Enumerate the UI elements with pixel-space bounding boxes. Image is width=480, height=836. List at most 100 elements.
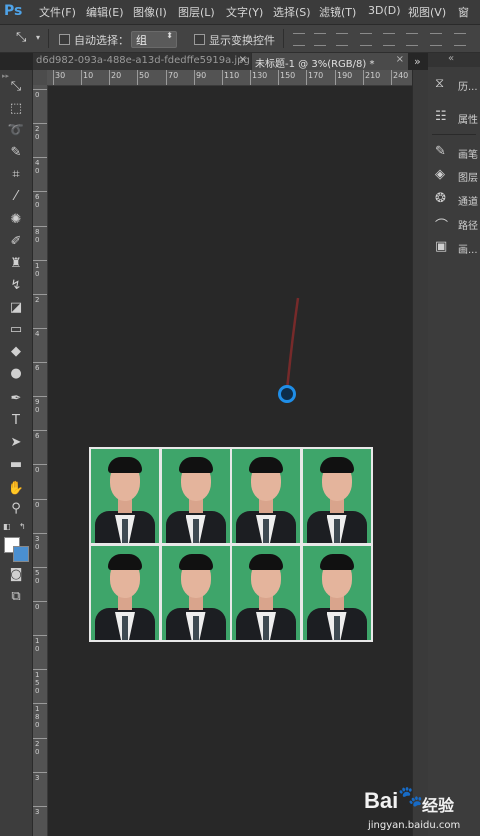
panel-brush[interactable]: ✎ 画笔 bbox=[432, 143, 480, 163]
eraser-tool-icon[interactable]: ◪ bbox=[6, 299, 26, 317]
marquee-tool-icon[interactable]: ⬚ bbox=[6, 100, 26, 118]
panel-history[interactable]: ⧖ 历... bbox=[432, 75, 480, 95]
crop-tool-icon[interactable]: ⌗ bbox=[6, 166, 26, 184]
panel-label: 画笔 bbox=[458, 150, 478, 161]
menu-file[interactable]: 文件(F) bbox=[39, 4, 76, 20]
menu-view[interactable]: 视图(V) bbox=[408, 4, 446, 20]
tab-document-jpg[interactable]: d6d982-093a-488e-a13d-fdedffe5919a.jpg × bbox=[33, 53, 251, 70]
ruler-tick bbox=[33, 396, 47, 397]
expand-icon[interactable]: « bbox=[448, 53, 454, 64]
path-select-tool-icon[interactable]: ➤ bbox=[6, 434, 26, 452]
panel-channels[interactable]: ❂ 通道 bbox=[432, 190, 480, 210]
move-tool-icon[interactable]: ⤡ bbox=[6, 78, 26, 96]
zoom-tool-icon[interactable]: ⚲ bbox=[6, 500, 26, 518]
tab-label: d6d982-093a-488e-a13d-fdedffe5919a.jpg bbox=[36, 55, 250, 66]
history-brush-tool-icon[interactable]: ↯ bbox=[6, 277, 26, 295]
menu-window[interactable]: 窗 bbox=[458, 4, 469, 20]
ruler-origin[interactable] bbox=[33, 70, 47, 85]
panel-paths[interactable]: ⌒ 路径 bbox=[432, 214, 480, 234]
dropdown-arrow-icon: ⬍ bbox=[166, 31, 173, 40]
align-left-icon[interactable] bbox=[430, 33, 442, 46]
align-bottom-icon[interactable] bbox=[336, 33, 348, 46]
distribute-top-icon[interactable] bbox=[360, 33, 372, 46]
quick-select-tool-icon[interactable]: ✎ bbox=[6, 144, 26, 162]
id-photo bbox=[232, 449, 300, 543]
divider bbox=[48, 29, 49, 48]
shape-tool-icon[interactable]: ▬ bbox=[6, 456, 26, 474]
lasso-tool-icon[interactable]: ➰ bbox=[6, 122, 26, 140]
menu-layer[interactable]: 图层(L) bbox=[178, 4, 215, 20]
panel-layers[interactable]: ◈ 图层 bbox=[432, 166, 480, 186]
tools-panel: ▸▸ ⤡ ⬚ ➰ ✎ ⌗ ⁄ ✺ ✐ ♜ ↯ ◪ ▭ ◆ ● ✒ T ➤ ▬ ✋… bbox=[0, 70, 33, 836]
vertical-ruler[interactable]: 0 2 0 4 0 6 0 8 0 1 0 2 4 6 9 0 6 0 0 3 0 5 0 0 1 0 1 5 0… bbox=[33, 85, 48, 836]
quick-mask-icon[interactable]: ◙ bbox=[6, 566, 26, 584]
menu-image[interactable]: 图像(I) bbox=[133, 4, 167, 20]
swap-colors-icon[interactable]: ↰ bbox=[19, 522, 26, 531]
hand-tool-icon[interactable]: ✋ bbox=[6, 480, 26, 498]
ruler-tick bbox=[335, 70, 336, 85]
ruler-tick bbox=[33, 738, 47, 739]
menu-type[interactable]: 文字(Y) bbox=[226, 4, 263, 20]
ruler-tick-label: 2 bbox=[35, 296, 40, 304]
ruler-tick bbox=[33, 669, 47, 670]
distribute-bottom-icon[interactable] bbox=[406, 33, 418, 46]
background-color-swatch[interactable] bbox=[13, 546, 29, 562]
watermark-cn: 经验 bbox=[422, 796, 455, 815]
ruler-tick-label: 6 bbox=[35, 432, 40, 440]
ruler-tick bbox=[306, 70, 307, 85]
close-icon[interactable]: × bbox=[396, 54, 404, 65]
distribute-vcenter-icon[interactable] bbox=[383, 33, 395, 46]
chevron-down-icon[interactable]: ▾ bbox=[36, 33, 40, 42]
default-colors-icon[interactable]: ◧ bbox=[3, 522, 11, 531]
ruler-tick bbox=[250, 70, 251, 85]
panel-properties[interactable]: ☷ 属性 bbox=[432, 108, 480, 128]
menu-edit[interactable]: 编辑(E) bbox=[86, 4, 124, 20]
ruler-tick-label: 4 bbox=[35, 330, 40, 338]
ruler-tick bbox=[33, 89, 47, 90]
close-icon[interactable]: × bbox=[239, 54, 247, 65]
gradient-tool-icon[interactable]: ▭ bbox=[6, 321, 26, 339]
menu-3d[interactable]: 3D(D) bbox=[368, 4, 401, 17]
vertical-scrollbar[interactable] bbox=[412, 70, 429, 836]
auto-select-dropdown[interactable]: 组 ⬍ bbox=[131, 31, 177, 48]
id-photo bbox=[302, 449, 371, 543]
horizontal-ruler[interactable]: 30 10 20 50 70 90 110 130 150 170 190 210 240 bbox=[47, 70, 413, 86]
move-tool-icon[interactable]: ⤡ bbox=[16, 30, 26, 45]
ruler-tick-label: 30 bbox=[55, 71, 66, 80]
ruler-tick bbox=[33, 430, 47, 431]
brush-tool-icon[interactable]: ✐ bbox=[6, 233, 26, 251]
menu-select[interactable]: 选择(S) bbox=[273, 4, 311, 20]
menu-filter[interactable]: 滤镜(T) bbox=[319, 4, 356, 20]
clone-stamp-tool-icon[interactable]: ♜ bbox=[6, 255, 26, 273]
type-tool-icon[interactable]: T bbox=[6, 412, 26, 430]
align-hcenter-icon[interactable] bbox=[454, 33, 466, 46]
tab-overflow-icon[interactable]: » bbox=[414, 55, 421, 68]
ruler-tick-label: 2 0 bbox=[35, 125, 40, 141]
auto-select-checkbox[interactable] bbox=[59, 34, 70, 45]
panel-picture[interactable]: ▣ 画... bbox=[432, 238, 480, 258]
align-top-icon[interactable] bbox=[293, 33, 305, 46]
ruler-tick-label: 5 0 bbox=[35, 569, 40, 585]
pen-tool-icon[interactable]: ✒ bbox=[6, 390, 26, 408]
ruler-tick-label: 20 bbox=[111, 71, 122, 80]
ruler-tick bbox=[222, 70, 223, 85]
ruler-tick bbox=[137, 70, 138, 85]
screen-mode-icon[interactable]: ⧉ bbox=[6, 588, 26, 606]
tab-document-untitled[interactable]: 未标题-1 @ 3%(RGB/8) * × bbox=[252, 53, 408, 70]
ruler-tick bbox=[33, 123, 47, 124]
watermark-url: jingyan.baidu.com bbox=[368, 820, 461, 831]
picture-icon: ▣ bbox=[435, 239, 448, 254]
ruler-tick bbox=[166, 70, 167, 85]
ruler-tick bbox=[33, 294, 47, 295]
blur-tool-icon[interactable]: ◆ bbox=[6, 343, 26, 361]
healing-brush-tool-icon[interactable]: ✺ bbox=[6, 211, 26, 229]
show-transform-checkbox[interactable] bbox=[194, 34, 205, 45]
id-photo-sheet[interactable] bbox=[89, 447, 373, 642]
history-icon: ⧖ bbox=[435, 76, 445, 91]
ruler-tick bbox=[33, 362, 47, 363]
eyedropper-tool-icon[interactable]: ⁄ bbox=[6, 188, 26, 206]
panel-label: 画... bbox=[458, 245, 478, 256]
dodge-tool-icon[interactable]: ● bbox=[6, 365, 26, 383]
align-vcenter-icon[interactable] bbox=[314, 33, 326, 46]
panel-label: 图层 bbox=[458, 173, 478, 184]
